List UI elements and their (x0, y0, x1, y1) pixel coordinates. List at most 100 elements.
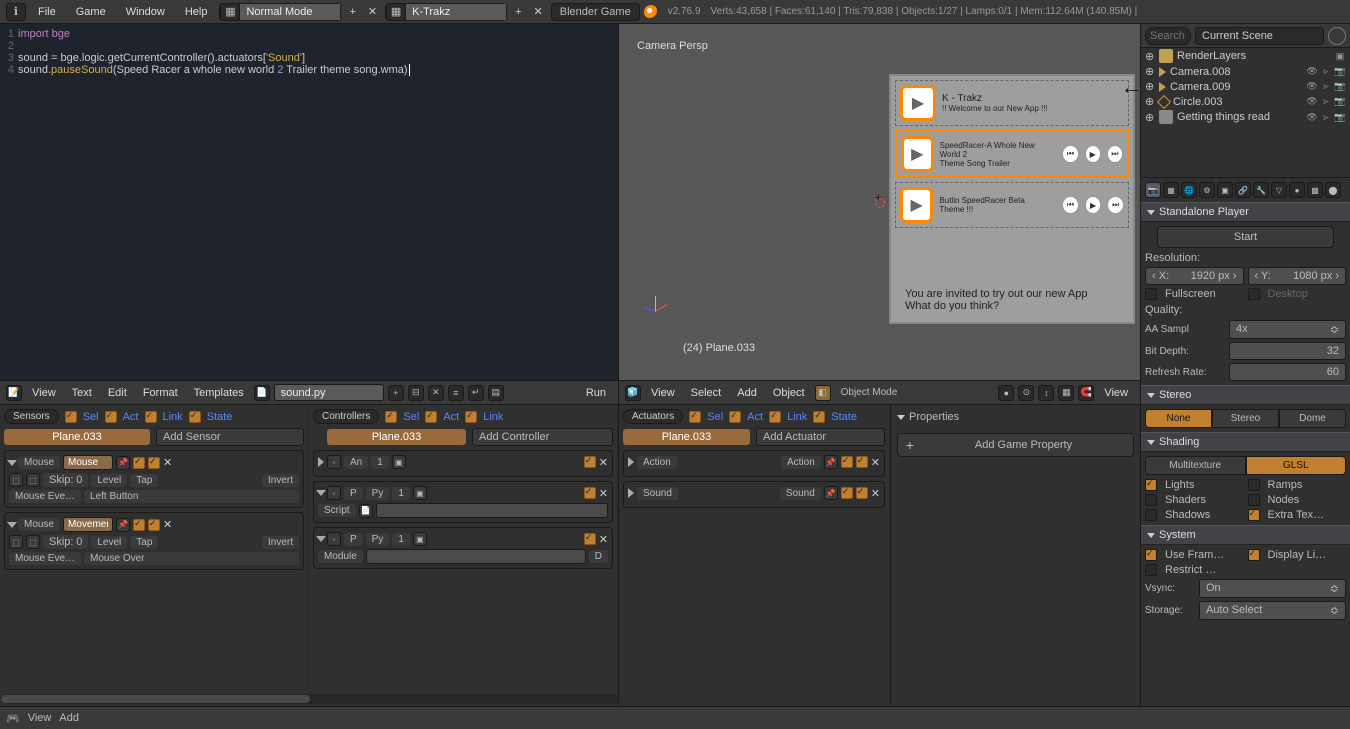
tab-world[interactable]: ⚙ (1199, 182, 1215, 198)
actu-type-2[interactable]: Sound (637, 487, 678, 500)
actu-act-check[interactable] (729, 411, 741, 423)
add-sensor-button[interactable]: Add Sensor (156, 428, 304, 446)
tab-modifier[interactable]: 🔧 (1253, 182, 1269, 198)
tap-btn[interactable]: Tap (130, 474, 158, 487)
pin-icon[interactable]: 📌 (824, 455, 838, 469)
mouse-event-sel-2[interactable]: Mouse Over (84, 552, 299, 565)
actu-active-2[interactable] (841, 487, 853, 499)
ctrl-sel-check[interactable] (385, 411, 397, 423)
ctrl-active-1[interactable] (584, 456, 596, 468)
stereo-mode-select[interactable]: None Stereo Dome (1145, 409, 1346, 428)
sensor-active-2b[interactable] (148, 519, 160, 531)
restrict-check[interactable] (1145, 564, 1157, 576)
sensor-active-1b[interactable] (148, 457, 160, 469)
tab-constraint[interactable]: 🔗 (1235, 182, 1251, 198)
actu-link-check[interactable] (769, 411, 781, 423)
shading-solid-icon[interactable]: ● (998, 385, 1014, 401)
ctrl-subtype-3[interactable]: Py (366, 533, 390, 546)
text-add-icon[interactable]: + (388, 385, 404, 401)
layout-tab-2[interactable]: ▦ (385, 3, 507, 21)
menu-file[interactable]: File (30, 3, 64, 21)
layout-name-1[interactable] (240, 4, 340, 20)
stereo-header[interactable]: Stereo (1141, 385, 1350, 405)
text-unlink-icon[interactable]: ⊟ (408, 385, 424, 401)
controllers-header[interactable]: Controllers (313, 409, 379, 424)
engine-select[interactable]: Blender Game (551, 3, 640, 21)
standalone-header[interactable]: Standalone Player (1141, 202, 1350, 222)
glsl[interactable]: GLSL (1246, 456, 1347, 475)
layout-browse-icon[interactable]: ▦ (220, 3, 240, 21)
add-game-property-button[interactable]: + Add Game Property (897, 433, 1134, 457)
refresh-field[interactable]: 60 (1229, 363, 1346, 381)
snap-icon[interactable]: 🧲 (1078, 385, 1094, 401)
expand-icon[interactable] (316, 490, 326, 496)
outliner-item[interactable]: ⊕Getting things read👁▹📷 (1141, 109, 1350, 125)
pin-icon[interactable]: 📌 (824, 486, 838, 500)
search-icon[interactable] (1328, 27, 1346, 45)
sensors-header[interactable]: Sensors (4, 409, 59, 424)
tab-texture[interactable]: ▩ (1307, 182, 1323, 198)
line-numbers-icon[interactable]: ≡ (448, 385, 464, 401)
actu-active-1[interactable] (841, 456, 853, 468)
stereo-dome[interactable]: Dome (1279, 409, 1346, 428)
vsync-select[interactable]: On≎ (1199, 579, 1346, 598)
menu-window[interactable]: Window (118, 3, 173, 21)
mode-icon[interactable]: ◧ (815, 385, 831, 401)
storage-select[interactable]: Auto Select≎ (1199, 601, 1346, 620)
manipulator-icon[interactable]: ↕ (1038, 385, 1054, 401)
tab-scene[interactable]: 🌐 (1181, 182, 1197, 198)
logic-menu-view[interactable]: View (28, 712, 52, 724)
outliner[interactable]: ⊕RenderLayers▣ ⊕Camera.008👁▹📷 ⊕Camera.00… (1141, 48, 1350, 178)
mode-select[interactable]: Object Mode (835, 386, 904, 399)
bitdepth-field[interactable]: 32 (1229, 342, 1346, 360)
scene-browse-icon[interactable]: ▦ (386, 3, 406, 21)
sensor-delete-2[interactable]: ✕ (163, 518, 172, 531)
ctrl-active-3[interactable] (584, 533, 596, 545)
actu-delete-1[interactable]: ✕ (871, 456, 880, 469)
controller-brick-2[interactable]: ◦ P Py 1 ▣ ✕ Script 📄 (313, 481, 613, 523)
sensor-brick-1[interactable]: Mouse 📌 ✕ ⬚ ⬚ Skip: 0 Level Ta (4, 450, 304, 508)
tab-data[interactable]: ▽ (1271, 182, 1287, 198)
run-script-button[interactable]: Run (580, 384, 612, 402)
pin-icon[interactable]: 📌 (116, 518, 130, 532)
invert-btn[interactable]: Invert (262, 474, 299, 487)
tab-object[interactable]: ▣ (1217, 182, 1233, 198)
view3d-menu-add[interactable]: Add (731, 384, 763, 402)
add-controller-button[interactable]: Add Controller (472, 428, 613, 446)
tab-material[interactable]: ● (1289, 182, 1305, 198)
layout-name-2[interactable] (406, 4, 506, 20)
search-input[interactable] (1145, 27, 1191, 45)
mark-icon[interactable]: ▣ (392, 455, 406, 469)
start-button[interactable]: Start (1157, 226, 1334, 248)
text-close-icon[interactable]: ✕ (428, 385, 444, 401)
res-x-field[interactable]: ‹ X:1920 px › (1145, 267, 1244, 285)
outliner-item[interactable]: ⊕Camera.008👁▹📷 (1141, 64, 1350, 79)
logic-scrollbar[interactable] (0, 694, 618, 704)
text-datablock-icon[interactable]: 📄 (254, 385, 270, 401)
desktop-check[interactable] (1248, 288, 1260, 300)
actuator-brick-1[interactable]: Action Action 📌 ✕ (623, 450, 885, 477)
fullscreen-check[interactable] (1145, 288, 1157, 300)
ctrl-conn-in-3[interactable]: ◦ (327, 532, 341, 546)
sensors-link-check[interactable] (145, 411, 157, 423)
syntax-icon[interactable]: ▤ (488, 385, 504, 401)
controller-brick-1[interactable]: ◦ An 1 ▣ ✕ (313, 450, 613, 477)
aa-select[interactable]: 4x≎ (1229, 320, 1346, 339)
view3d-menu-object[interactable]: Object (767, 384, 811, 402)
ctrl-conn-in-2[interactable]: ◦ (327, 486, 341, 500)
pulse-true-icon[interactable]: ⬚ (9, 535, 23, 549)
system-header[interactable]: System (1141, 525, 1350, 545)
sensors-sel-check[interactable] (65, 411, 77, 423)
actu-name-1[interactable]: Action (781, 456, 821, 469)
ctrl-delete-3[interactable]: ✕ (599, 533, 608, 546)
sensor-delete-1[interactable]: ✕ (163, 456, 172, 469)
expand-icon[interactable] (628, 488, 634, 498)
tab-physics[interactable]: ⬤ (1325, 182, 1341, 198)
ctrl-delete-1[interactable]: ✕ (599, 456, 608, 469)
extra-tex-check[interactable] (1248, 509, 1260, 521)
ctrl-conn-in-1[interactable]: ◦ (327, 455, 341, 469)
shaders-check[interactable] (1145, 494, 1157, 506)
script-browse-icon[interactable]: 📄 (359, 504, 373, 518)
sensor-active-1[interactable] (133, 457, 145, 469)
pin-icon[interactable]: 📌 (116, 456, 130, 470)
